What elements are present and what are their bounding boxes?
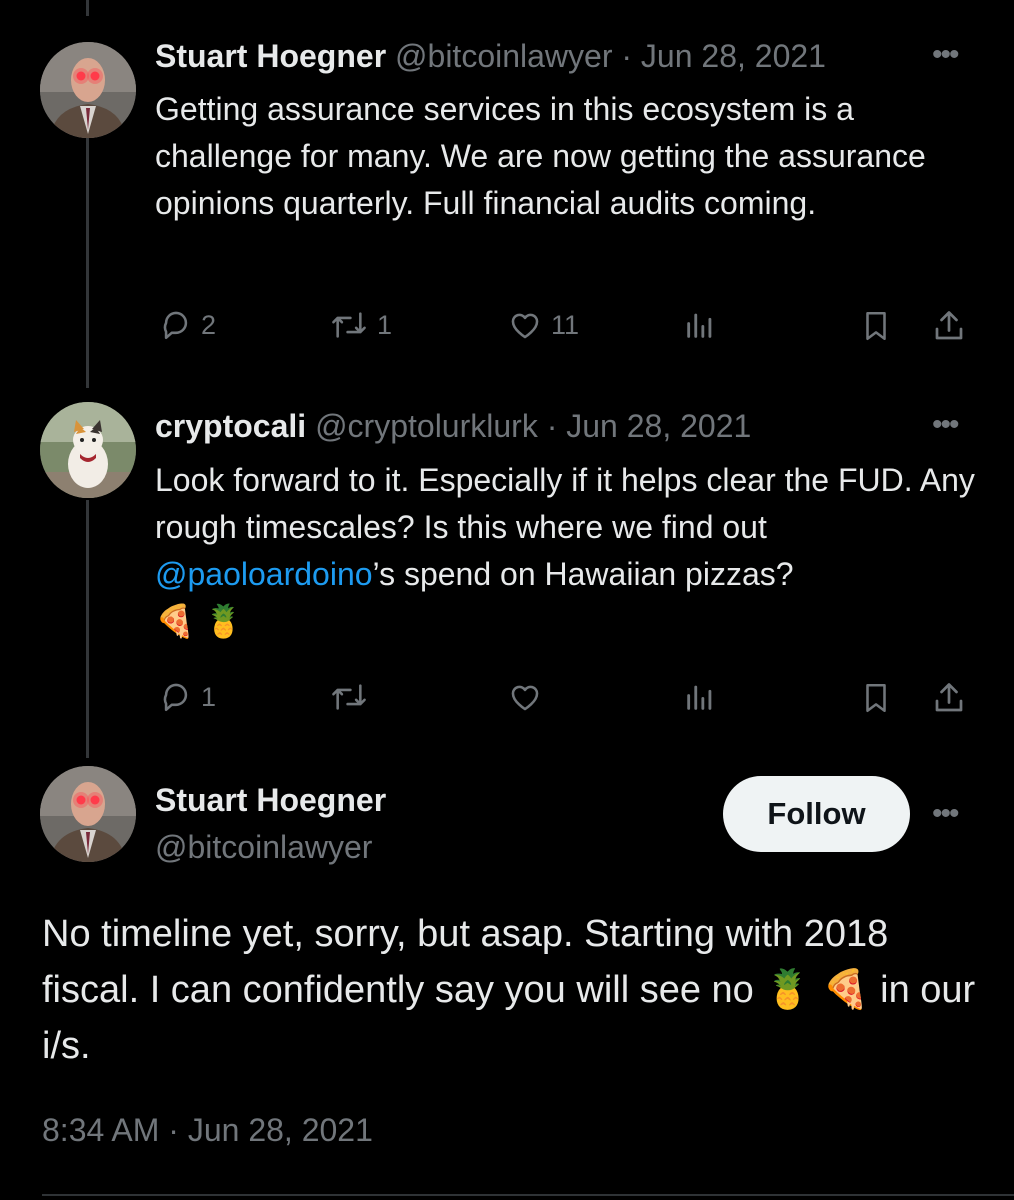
bookmark-button[interactable]: [859, 308, 893, 344]
bookmark-icon: [859, 308, 893, 344]
divider: [42, 1194, 1014, 1196]
reply-count: 2: [201, 309, 217, 340]
like-count: 11: [551, 309, 580, 340]
mention-link[interactable]: @paoloardoino: [155, 556, 373, 592]
thread-line-2: [86, 500, 89, 758]
share-icon: [931, 680, 967, 716]
retweet-icon: [329, 680, 369, 714]
share-icon: [931, 308, 967, 344]
display-name[interactable]: Stuart Hoegner: [155, 782, 386, 818]
retweet-icon: [329, 308, 369, 342]
main-tweet-text: No timeline yet, sorry, but asap. Starti…: [42, 906, 982, 1074]
tweet-2-text-end: ’s spend on Hawaiian pizzas?: [372, 556, 794, 592]
main-tweet-name[interactable]: Stuart Hoegner: [155, 782, 386, 819]
tweet-2-header: cryptocali @cryptolurklurk · Jun 28, 202…: [155, 408, 751, 445]
analytics-button[interactable]: [683, 308, 717, 342]
retweet-button[interactable]: 1: [329, 308, 392, 342]
display-name[interactable]: Stuart Hoegner: [155, 38, 386, 74]
tweet-date[interactable]: · Jun 28, 2021: [547, 408, 752, 444]
tweet-1-header: Stuart Hoegner @bitcoinlawyer · Jun 28, …: [155, 38, 826, 75]
pineapple-emoji: 🍍: [764, 969, 812, 1011]
avatar-cryptocali[interactable]: [40, 402, 136, 498]
reply-count: 1: [201, 681, 217, 712]
retweet-count: 1: [377, 309, 393, 340]
like-button[interactable]: [507, 680, 551, 714]
display-name[interactable]: cryptocali: [155, 408, 306, 444]
share-button[interactable]: [931, 308, 967, 344]
heart-icon: [507, 308, 543, 342]
retweet-button[interactable]: [329, 680, 377, 714]
share-button[interactable]: [931, 680, 967, 716]
tweet-1-text: Getting assurance services in this ecosy…: [155, 91, 926, 221]
reply-button[interactable]: 1: [159, 680, 216, 714]
avatar-stuart-hoegner-main[interactable]: [40, 766, 136, 862]
analytics-icon: [683, 308, 717, 342]
thread-line-top: [86, 0, 89, 16]
more-icon[interactable]: •••: [932, 408, 959, 442]
follow-button[interactable]: Follow: [723, 776, 910, 852]
handle[interactable]: @bitcoinlawyer: [395, 38, 612, 74]
main-tweet-handle[interactable]: @bitcoinlawyer: [155, 829, 372, 866]
tweet-2-actions: 1: [155, 680, 975, 720]
reply-icon: [159, 680, 193, 714]
tweet-date[interactable]: · Jun 28, 2021: [621, 38, 826, 74]
analytics-button[interactable]: [683, 680, 717, 714]
bookmark-button[interactable]: [859, 680, 893, 716]
heart-icon: [507, 680, 543, 714]
pizza-emoji: 🍕: [822, 969, 870, 1011]
reply-icon: [159, 308, 193, 342]
analytics-icon: [683, 680, 717, 714]
thread-line-1: [86, 138, 89, 388]
reply-button[interactable]: 2: [159, 308, 216, 342]
more-icon[interactable]: •••: [932, 38, 959, 72]
tweet-2-text-start: Look forward to it. Especially if it hel…: [155, 462, 975, 545]
tweet-1-actions: 2 1 11: [155, 308, 975, 348]
tweet-2-text: Look forward to it. Especially if it hel…: [155, 457, 975, 645]
like-button[interactable]: 11: [507, 308, 579, 342]
handle[interactable]: @cryptolurklurk: [315, 408, 538, 444]
emoji-pizza-pineapple: 🍕 🍍: [155, 603, 244, 639]
main-text-part1: No timeline yet, sorry, but asap. Starti…: [42, 913, 889, 1011]
avatar-stuart-hoegner[interactable]: [40, 42, 136, 138]
main-tweet-timestamp[interactable]: 8:34 AM · Jun 28, 2021: [42, 1112, 373, 1149]
bookmark-icon: [859, 680, 893, 716]
more-icon[interactable]: •••: [932, 797, 959, 831]
